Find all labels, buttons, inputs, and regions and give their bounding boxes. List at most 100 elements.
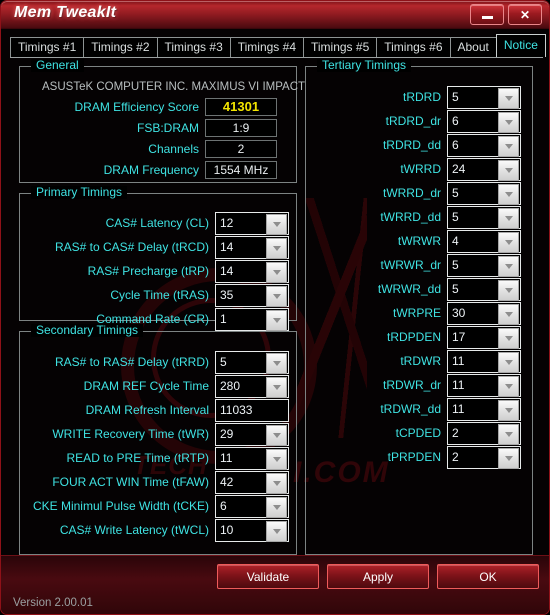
- spinner-value: 6: [220, 498, 227, 513]
- chevron-down-icon[interactable]: [498, 423, 519, 445]
- spinner-input[interactable]: 11: [447, 349, 521, 373]
- chevron-down-icon[interactable]: [498, 159, 519, 181]
- spinner-input[interactable]: 12: [215, 211, 289, 235]
- spinner-input[interactable]: 17: [447, 325, 521, 349]
- spinner-input[interactable]: 5: [447, 205, 521, 229]
- spinner-value: 11: [452, 353, 465, 368]
- spinner-input[interactable]: 24: [447, 157, 521, 181]
- chevron-down-icon[interactable]: [266, 237, 287, 259]
- tertiary-group-title: Tertiary Timings: [317, 59, 412, 72]
- tab-timings-2[interactable]: Timings #2: [83, 37, 158, 57]
- general-group-title: General: [31, 59, 84, 72]
- chevron-down-icon[interactable]: [266, 448, 287, 470]
- spinner-value: 4: [452, 233, 459, 248]
- spinner-input[interactable]: 29: [215, 422, 289, 446]
- spinner-input[interactable]: 5: [447, 277, 521, 301]
- field-label: tRDWR: [400, 354, 441, 368]
- chevron-down-icon[interactable]: [266, 520, 287, 542]
- chevron-down-icon[interactable]: [266, 424, 287, 446]
- ok-button[interactable]: OK: [437, 564, 539, 589]
- triangle-down-glyph: [272, 504, 281, 510]
- chevron-down-icon[interactable]: [266, 285, 287, 307]
- spinner-input[interactable]: 35: [215, 283, 289, 307]
- chevron-down-icon[interactable]: [498, 183, 519, 205]
- primary-timing-row: RAS# to CAS# Delay (tRCD) 14: [29, 235, 291, 259]
- spinner-value: 29: [220, 426, 234, 441]
- spinner-input[interactable]: 6: [447, 133, 521, 157]
- chevron-down-icon[interactable]: [498, 87, 519, 109]
- spinner-input[interactable]: 2: [447, 421, 521, 445]
- chevron-down-icon[interactable]: [266, 496, 287, 518]
- tertiary-timing-row: tRDRD_dd 6: [315, 133, 527, 157]
- button-label: Validate: [246, 569, 290, 584]
- spinner-input[interactable]: 1: [215, 307, 289, 331]
- spinner-input[interactable]: 5: [215, 350, 289, 374]
- chevron-down-icon[interactable]: [498, 447, 519, 469]
- tab-notice[interactable]: Notice: [495, 34, 546, 57]
- spinner-input[interactable]: 14: [215, 235, 289, 259]
- spinner-value: 11: [220, 450, 233, 465]
- tab-timings-6[interactable]: Timings #6: [376, 37, 451, 57]
- spinner-input[interactable]: 14: [215, 259, 289, 283]
- tab-timings-3[interactable]: Timings #3: [156, 37, 231, 57]
- chevron-down-icon[interactable]: [266, 472, 287, 494]
- triangle-down-glyph: [504, 239, 513, 245]
- minimize-button[interactable]: [470, 4, 504, 25]
- spinner-input[interactable]: 30: [447, 301, 521, 325]
- spinner-input[interactable]: 42: [215, 470, 289, 494]
- field-label: DRAM Efficiency Score: [74, 100, 199, 114]
- secondary-group-title: Secondary Timings: [31, 324, 144, 337]
- spinner-value: 5: [452, 257, 459, 272]
- apply-button[interactable]: Apply: [327, 564, 429, 589]
- field-label: FOUR ACT WIN Time (tFAW): [52, 475, 209, 489]
- validate-button[interactable]: Validate: [217, 564, 319, 589]
- spinner-input[interactable]: 5: [447, 181, 521, 205]
- spinner-input[interactable]: 11: [447, 373, 521, 397]
- spinner-input[interactable]: 10: [215, 518, 289, 542]
- spinner-input[interactable]: 6: [447, 109, 521, 133]
- chevron-down-icon[interactable]: [498, 111, 519, 133]
- chevron-down-icon[interactable]: [498, 327, 519, 349]
- chevron-down-icon[interactable]: [498, 279, 519, 301]
- spinner-input[interactable]: 5: [447, 85, 521, 109]
- text-input[interactable]: 11033: [215, 398, 289, 422]
- tertiary-timing-row: tWRRD 24: [315, 157, 527, 181]
- chevron-down-icon[interactable]: [266, 309, 287, 331]
- chevron-down-icon[interactable]: [266, 213, 287, 235]
- chevron-down-icon[interactable]: [498, 231, 519, 253]
- tab-timings-1[interactable]: Timings #1: [10, 37, 85, 57]
- tab-timings-5[interactable]: Timings #5: [303, 37, 378, 57]
- spinner-input[interactable]: 2: [447, 445, 521, 469]
- triangle-down-glyph: [272, 245, 281, 251]
- tab-timings-4[interactable]: Timings #4: [229, 37, 304, 57]
- tertiary-timing-row: tRDWR_dd 11: [315, 397, 527, 421]
- oem-string: ASUSTeK COMPUTER INC. MAXIMUS VI IMPACT: [42, 81, 306, 93]
- tab-about[interactable]: About: [449, 37, 497, 57]
- chevron-down-icon[interactable]: [498, 399, 519, 421]
- title-bar: Mem TweakIt ✕: [1, 1, 549, 29]
- spinner-input[interactable]: 5: [447, 253, 521, 277]
- close-button[interactable]: ✕: [508, 4, 542, 25]
- chevron-down-icon[interactable]: [266, 352, 287, 374]
- chevron-down-icon[interactable]: [498, 303, 519, 325]
- spinner-value: 12: [220, 215, 234, 230]
- chevron-down-icon[interactable]: [498, 207, 519, 229]
- chevron-down-icon[interactable]: [266, 261, 287, 283]
- tertiary-timing-row: tWRRD_dd 5: [315, 205, 527, 229]
- chevron-down-icon[interactable]: [498, 135, 519, 157]
- chevron-down-icon[interactable]: [498, 255, 519, 277]
- spinner-value: 2: [452, 449, 459, 464]
- chevron-down-icon[interactable]: [498, 351, 519, 373]
- spinner-input[interactable]: 280: [215, 374, 289, 398]
- chevron-down-icon[interactable]: [498, 375, 519, 397]
- chevron-down-icon[interactable]: [266, 376, 287, 398]
- spinner-input[interactable]: 11: [447, 397, 521, 421]
- field-label: READ to PRE Time (tRTP): [66, 451, 209, 465]
- spinner-input[interactable]: 6: [215, 494, 289, 518]
- tab-label: Notice: [503, 38, 538, 52]
- field-label: RAS# to RAS# Delay (tRRD): [54, 355, 209, 369]
- triangle-down-glyph: [504, 431, 513, 437]
- spinner-input[interactable]: 11: [215, 446, 289, 470]
- triangle-down-glyph: [504, 119, 513, 125]
- spinner-input[interactable]: 4: [447, 229, 521, 253]
